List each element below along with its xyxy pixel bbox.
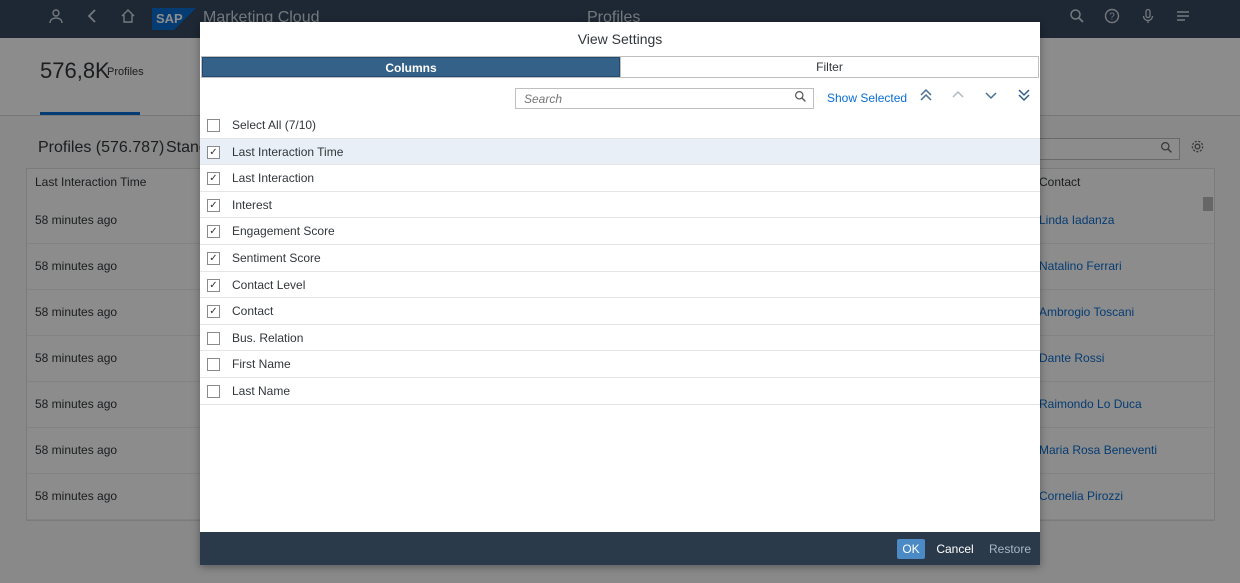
- dialog-title: View Settings: [577, 31, 663, 47]
- columns-toolbar: Show Selected: [200, 79, 1040, 113]
- view-settings-dialog: View Settings Columns Filter Show Select…: [200, 22, 1040, 565]
- tab-filter[interactable]: Filter: [620, 57, 1038, 77]
- search-icon[interactable]: [794, 90, 807, 106]
- move-to-bottom-icon[interactable]: [1014, 88, 1034, 108]
- column-checkbox[interactable]: ✓: [207, 172, 220, 186]
- move-down-icon[interactable]: [981, 88, 1001, 108]
- column-checkbox[interactable]: [207, 358, 220, 372]
- dialog-footer: OK Cancel Restore: [200, 532, 1040, 565]
- column-item-label: First Name: [232, 357, 291, 372]
- column-item[interactable]: ✓ Interest: [200, 192, 1040, 219]
- column-search-field[interactable]: [515, 88, 814, 109]
- column-checkbox[interactable]: ✓: [207, 225, 220, 239]
- cancel-button[interactable]: Cancel: [933, 539, 977, 559]
- column-checkbox[interactable]: [207, 331, 220, 345]
- column-item-label: Interest: [232, 197, 273, 212]
- view-settings-tabs: Columns Filter: [201, 56, 1039, 78]
- column-item[interactable]: ✓ Contact: [200, 298, 1040, 325]
- column-item-label: Last Name: [232, 383, 291, 398]
- show-selected-link[interactable]: Show Selected: [827, 91, 907, 105]
- column-item[interactable]: ✓ Contact Level: [200, 272, 1040, 299]
- tab-columns[interactable]: Columns: [202, 57, 620, 77]
- column-item[interactable]: First Name: [200, 351, 1040, 378]
- column-item-label: Contact: [232, 304, 274, 319]
- ok-button[interactable]: OK: [897, 539, 925, 559]
- column-item[interactable]: ✓ Sentiment Score: [200, 245, 1040, 272]
- column-search-input[interactable]: [516, 89, 791, 108]
- column-list: Select All (7/10) ✓ Last Interaction Tim…: [200, 112, 1040, 405]
- column-item[interactable]: Bus. Relation: [200, 325, 1040, 352]
- column-checkbox[interactable]: [207, 384, 220, 398]
- move-to-top-icon[interactable]: [916, 88, 936, 108]
- column-checkbox[interactable]: ✓: [207, 278, 220, 292]
- select-all-checkbox[interactable]: [207, 119, 220, 132]
- column-item[interactable]: ✓ Last Interaction Time: [200, 138, 1040, 166]
- column-item[interactable]: Last Name: [200, 378, 1040, 405]
- column-checkbox[interactable]: ✓: [207, 145, 220, 159]
- column-checkbox[interactable]: ✓: [207, 305, 220, 319]
- restore-button[interactable]: Restore: [987, 539, 1033, 559]
- column-checkbox[interactable]: ✓: [207, 198, 220, 212]
- column-item-label: Engagement Score: [232, 224, 335, 239]
- column-item-label: Sentiment Score: [232, 250, 321, 265]
- move-up-icon[interactable]: [948, 88, 968, 108]
- column-item[interactable]: ✓ Engagement Score: [200, 218, 1040, 245]
- column-checkbox[interactable]: ✓: [207, 251, 220, 265]
- column-item[interactable]: ✓ Last Interaction: [200, 165, 1040, 192]
- column-item-label: Bus. Relation: [232, 330, 304, 345]
- select-all-label: Select All (7/10): [232, 118, 317, 132]
- column-item-label: Last Interaction: [232, 171, 315, 186]
- select-all-row[interactable]: Select All (7/10): [200, 112, 1040, 139]
- column-item-label: Contact Level: [232, 277, 306, 292]
- column-item-label: Last Interaction Time: [232, 144, 344, 159]
